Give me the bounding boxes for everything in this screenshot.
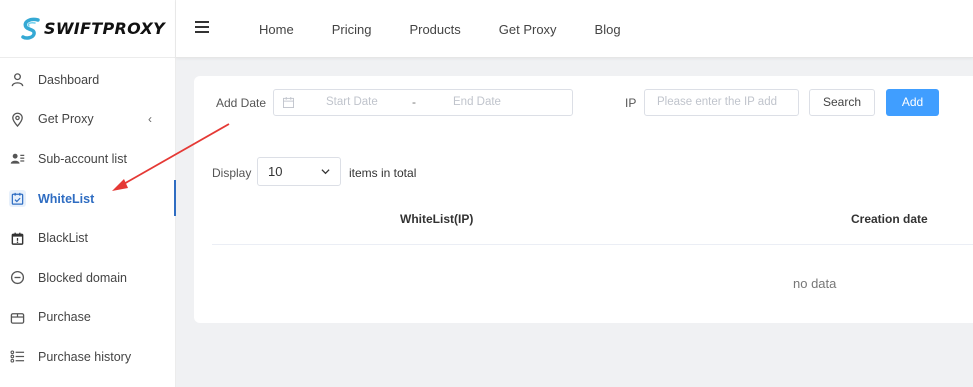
user-icon	[9, 71, 26, 88]
sidebar: SWIFTPROXY Dashboard Get Proxy ‹ Sub-acc…	[0, 0, 176, 387]
nav-link-blog[interactable]: Blog	[595, 22, 621, 37]
sidebar-item-label: Purchase history	[38, 349, 132, 364]
calendar-alert-icon	[9, 230, 26, 247]
sidebar-item-label: Sub-account list	[38, 151, 127, 166]
swiftproxy-logo-icon	[21, 17, 40, 40]
nav-link-products[interactable]: Products	[409, 22, 460, 37]
top-nav: Home Pricing Products Get Proxy Blog	[259, 0, 659, 58]
sidebar-nav: Dashboard Get Proxy ‹ Sub-account list W…	[0, 60, 176, 377]
sidebar-item-dashboard[interactable]: Dashboard	[0, 60, 176, 100]
calendar-check-icon	[9, 190, 26, 208]
logo[interactable]: SWIFTPROXY	[0, 0, 175, 58]
sidebar-item-whitelist[interactable]: WhiteList	[0, 179, 176, 219]
date-range-picker[interactable]: Start Date - End Date	[273, 89, 573, 116]
sidebar-item-label: Dashboard	[38, 72, 100, 87]
sidebar-item-label: BlackList	[38, 231, 89, 246]
search-button[interactable]: Search	[809, 89, 875, 116]
ip-input[interactable]: Please enter the IP add	[644, 89, 799, 116]
display-label: Display	[212, 166, 252, 180]
bag-icon	[9, 309, 26, 326]
table-header-divider	[212, 244, 973, 245]
empty-table-text: no data	[793, 276, 837, 291]
calendar-icon	[283, 97, 294, 108]
sidebar-item-label: WhiteList	[38, 191, 95, 206]
nav-link-get-proxy[interactable]: Get Proxy	[499, 22, 557, 37]
end-date-input[interactable]: End Date	[453, 96, 501, 108]
column-header-whitelist-ip[interactable]: WhiteList(IP)	[400, 212, 473, 226]
page-size-select[interactable]: 10	[257, 157, 341, 186]
whitelist-panel: Add Date Start Date - End Date IP Please…	[194, 76, 973, 323]
chevron-left-icon[interactable]: ‹	[148, 112, 152, 126]
sidebar-item-purchase-history[interactable]: Purchase history	[0, 337, 176, 377]
sidebar-item-blacklist[interactable]: BlackList	[0, 218, 176, 258]
brand-name: SWIFTPROXY	[44, 19, 165, 38]
page-size-value: 10	[268, 164, 283, 179]
ip-label: IP	[625, 96, 637, 110]
sidebar-item-sub-account-list[interactable]: Sub-account list	[0, 139, 176, 179]
chevron-down-icon	[321, 169, 330, 175]
start-date-input[interactable]: Start Date	[326, 96, 378, 108]
hamburger-icon[interactable]	[195, 21, 209, 33]
add-date-label: Add Date	[216, 96, 267, 110]
items-total-label: items in total	[349, 166, 417, 180]
list-icon	[9, 348, 26, 365]
sidebar-item-blocked-domain[interactable]: Blocked domain	[0, 258, 176, 298]
sidebar-item-label: Purchase	[38, 310, 91, 325]
top-bar: Home Pricing Products Get Proxy Blog	[176, 0, 973, 58]
column-header-creation-date[interactable]: Creation date	[851, 212, 928, 226]
date-range-separator: -	[412, 95, 416, 109]
minus-circle-icon	[9, 269, 26, 286]
nav-link-home[interactable]: Home	[259, 22, 294, 37]
add-button[interactable]: Add	[886, 89, 939, 116]
contacts-icon	[9, 150, 26, 167]
sidebar-item-label: Get Proxy	[38, 112, 94, 127]
sidebar-item-label: Blocked domain	[38, 270, 127, 285]
nav-link-pricing[interactable]: Pricing	[332, 22, 372, 37]
sidebar-item-get-proxy[interactable]: Get Proxy ‹	[0, 100, 176, 140]
location-pin-icon	[9, 111, 26, 128]
sidebar-item-purchase[interactable]: Purchase	[0, 298, 176, 338]
